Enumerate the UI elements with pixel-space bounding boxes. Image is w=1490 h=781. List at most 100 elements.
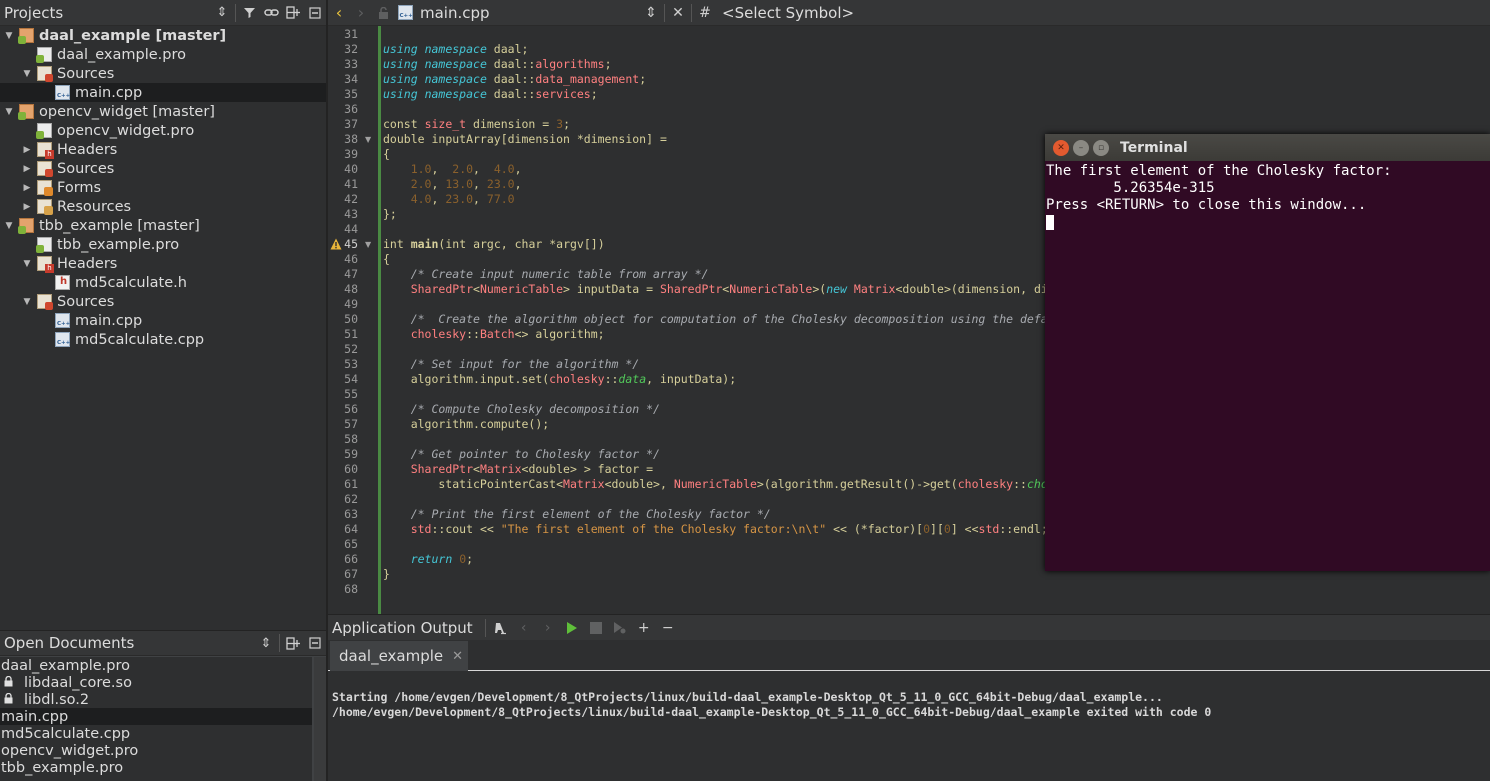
tree-item[interactable]: ▶ Forms [0,178,326,197]
code-line: /* Create the algorithm object for compu… [410,312,1138,326]
zoom-in-icon[interactable]: + [632,617,656,639]
minimize-icon[interactable]: – [1073,139,1089,156]
view-selector-icon[interactable]: ⇕ [211,2,233,24]
tree-item[interactable]: ▼ Sources [0,64,326,83]
zoom-out-icon[interactable]: − [656,617,680,639]
tree-item[interactable]: daal_example.pro [0,45,326,64]
lock-icon [4,675,16,690]
open-documents-list: daal_example.pro libdaal_core.so libdl.so.… [0,657,312,781]
open-document-item[interactable]: libdl.so.2 [0,691,312,708]
lock-icon [4,692,16,707]
sources-folder-icon [37,161,53,177]
qt-project-icon [18,218,34,234]
forward-icon[interactable]: › [350,2,372,24]
close-icon[interactable]: ✕ [1053,139,1069,156]
editor-toolbar: ‹ › main.cpp ⇕ ✕ # <Select Symbol> [328,0,1490,26]
stop-icon[interactable] [584,617,608,639]
scrollbar[interactable] [314,657,326,781]
code-line: const size_t dimension = 3; [383,117,570,131]
back-icon[interactable]: ‹ [328,2,350,24]
close-tab-icon[interactable]: ✕ [452,649,463,664]
attach-debugger-icon[interactable] [608,617,632,639]
expand-down-icon[interactable]: ▼ [3,220,15,232]
tree-item[interactable]: tbb_example.pro [0,235,326,254]
view-selector-icon[interactable]: ⇕ [255,632,277,654]
output-pane-header: Application Output ‹ › + − [328,614,1490,640]
terminal-titlebar[interactable]: ✕ – ▫ Terminal [1045,134,1490,161]
tree-item[interactable]: main.cpp [0,311,326,330]
split-icon[interactable] [282,632,304,654]
file-dropdown-icon[interactable]: ⇕ [640,2,662,24]
qt-project-icon [18,28,34,44]
close-panel-icon[interactable] [304,2,326,24]
line-number: 46 [344,252,358,266]
output-line: /home/evgen/Development/8_QtProjects/lin… [332,705,1212,719]
split-icon[interactable] [282,2,304,24]
code-line: /* Create input numeric table from array… [410,267,709,281]
next-item-icon[interactable]: › [536,617,560,639]
expand-right-icon[interactable]: ▶ [21,201,33,213]
tree-item[interactable]: ▼ Sources [0,292,326,311]
current-file-name[interactable]: main.cpp [420,4,640,22]
terminal-window[interactable]: ✕ – ▫ Terminal The first element of the … [1045,134,1490,571]
open-document-item[interactable]: opencv_widget.pro [0,742,312,759]
tree-item-label: main.cpp [75,84,143,101]
tree-item[interactable]: ▶ Headers [0,140,326,159]
tree-item[interactable]: md5calculate.h [0,273,326,292]
warning-icon[interactable] [330,238,342,250]
line-number: 61 [344,477,358,491]
tree-item-label: md5calculate.h [75,274,187,291]
line-number: 53 [344,357,358,371]
tree-item[interactable]: ▶ Resources [0,197,326,216]
tree-item[interactable]: main.cpp [0,83,326,102]
close-file-icon[interactable]: ✕ [667,2,689,24]
expand-right-icon[interactable]: ▶ [21,144,33,156]
maximize-icon[interactable]: ▫ [1093,139,1109,156]
tree-item[interactable]: opencv_widget.pro [0,121,326,140]
application-output[interactable]: Starting /home/evgen/Development/8_QtPro… [328,672,1490,781]
tree-item[interactable]: ▼ tbb_example [master] [0,216,326,235]
clear-output-icon[interactable] [488,617,512,639]
tree-item-label: tbb_example [master] [39,217,200,234]
tree-item[interactable]: ▼ daal_example [master] [0,26,326,45]
output-pane-title[interactable]: Application Output [332,619,473,637]
line-number: 40 [344,162,358,176]
close-panel-icon[interactable] [304,632,326,654]
open-document-item[interactable]: tbb_example.pro [0,759,312,776]
code-line: double inputArray[dimension *dimension] … [383,132,667,146]
tree-item-label: Forms [57,179,102,196]
line-number: 59 [344,447,358,461]
rerun-icon[interactable] [560,617,584,639]
tree-item[interactable]: ▼ opencv_widget [master] [0,102,326,121]
code-line: }; [383,207,397,221]
terminal-line: Press <RETURN> to close this window... [1046,197,1367,213]
tree-item[interactable]: ▼ Headers [0,254,326,273]
expand-down-icon[interactable]: ▼ [21,296,33,308]
fold-marker-icon[interactable]: ▼ [365,237,371,252]
previous-item-icon[interactable]: ‹ [512,617,536,639]
expand-down-icon[interactable]: ▼ [3,106,15,118]
expand-down-icon[interactable]: ▼ [21,258,33,270]
open-document-item[interactable]: libdaal_core.so [0,674,312,691]
expand-right-icon[interactable]: ▶ [21,182,33,194]
terminal-output[interactable]: The first element of the Cholesky factor… [1046,163,1486,231]
symbol-selector[interactable]: <Select Symbol> [722,4,854,22]
fold-marker-icon[interactable]: ▼ [365,132,371,147]
code-line: staticPointerCast<Matrix<double>, Numeri… [383,477,1144,491]
open-document-item[interactable]: md5calculate.cpp [0,725,312,742]
link-icon[interactable] [260,2,282,24]
tree-item[interactable]: md5calculate.cpp [0,330,326,349]
open-document-item[interactable]: daal_example.pro [0,657,312,674]
open-document-item[interactable]: main.cpp [0,708,312,725]
filter-icon[interactable] [238,2,260,24]
tab-daal-example[interactable]: daal_example ✕ [330,641,468,671]
expand-down-icon[interactable]: ▼ [3,30,15,42]
tree-item-label: md5calculate.cpp [75,331,205,348]
expand-right-icon[interactable]: ▶ [21,163,33,175]
expand-down-icon[interactable]: ▼ [21,68,33,80]
tree-item-label: opencv_widget.pro [57,122,195,139]
line-number: 36 [344,102,358,116]
line-number: 39 [344,147,358,161]
tree-item[interactable]: ▶ Sources [0,159,326,178]
open-document-label: libdl.so.2 [24,691,90,708]
